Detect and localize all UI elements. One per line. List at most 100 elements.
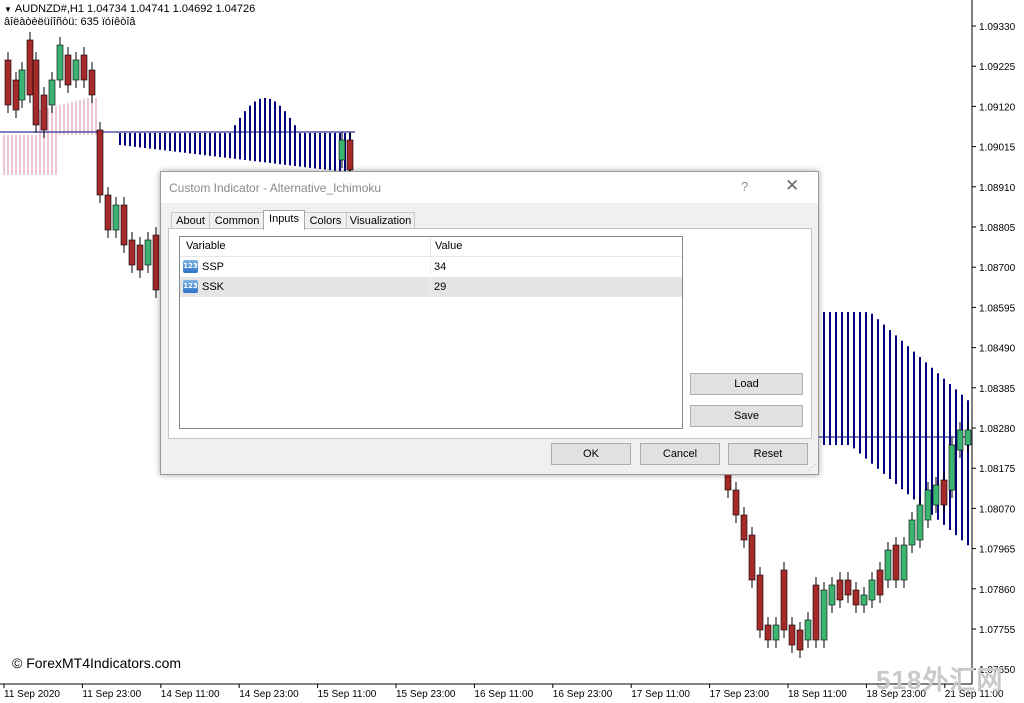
candle-body <box>144 239 152 266</box>
candle-body <box>932 484 940 506</box>
candle-body <box>948 444 956 491</box>
candle-body <box>956 429 964 451</box>
time-label: 11 Sep 23:00 <box>82 689 141 700</box>
candle-body <box>812 584 820 641</box>
tab-inputs[interactable]: Inputs <box>263 210 305 230</box>
input-row[interactable]: 123 SSP 34 <box>180 257 682 277</box>
price-label: 1.08175 <box>979 464 1016 475</box>
time-label: 14 Sep 23:00 <box>239 689 299 700</box>
candle-body <box>916 504 924 541</box>
dialog-title: Custom Indicator - Alternative_Ichimoku <box>169 181 382 195</box>
input-row[interactable]: 123 SSK 29 <box>180 277 682 297</box>
candle-body <box>4 59 12 106</box>
candle-body <box>80 54 88 81</box>
close-icon[interactable]: ✕ <box>785 176 799 196</box>
column-variable[interactable]: Variable <box>186 240 226 252</box>
watermark: © ForexMT4Indicators.com <box>12 655 182 671</box>
tab-colors[interactable]: Colors <box>304 212 347 229</box>
candle-body <box>940 479 948 506</box>
candle-body <box>128 239 136 266</box>
time-label: 15 Sep 11:00 <box>318 689 377 700</box>
time-label: 18 Sep 11:00 <box>788 689 847 700</box>
column-value[interactable]: Value <box>435 240 462 252</box>
candle-body <box>756 574 764 631</box>
tab-visualization[interactable]: Visualization <box>346 212 415 229</box>
symbol-line: AUDNZD#,H1 1.04734 1.04741 1.04692 1.047… <box>14 3 256 15</box>
price-label: 1.07860 <box>979 585 1016 596</box>
candle-body <box>152 234 160 291</box>
candle-body <box>860 594 868 606</box>
numeric-input-icon: 123 <box>183 260 198 273</box>
candle-body <box>820 589 828 641</box>
collapse-triangle-icon[interactable]: ▼ <box>4 4 12 16</box>
variable-name: SSK <box>202 281 225 293</box>
time-label: 16 Sep 11:00 <box>474 689 533 700</box>
inputs-grid: Variable Value 123 SSP 34 123 SSK 29 <box>179 236 683 429</box>
save-button[interactable]: Save <box>690 405 803 427</box>
candle-body <box>788 624 796 646</box>
candle-body <box>40 94 48 131</box>
candle-body <box>908 519 916 546</box>
price-label: 1.08700 <box>979 263 1016 274</box>
candle-body <box>104 194 112 231</box>
candle-body <box>828 584 836 606</box>
price-label: 1.08490 <box>979 344 1016 355</box>
tab-about[interactable]: About <box>171 212 210 229</box>
time-label: 17 Sep 11:00 <box>631 689 690 700</box>
candle-body <box>964 429 972 446</box>
candle-body <box>48 79 56 106</box>
candle-body <box>852 589 860 606</box>
candle-body <box>338 139 346 161</box>
cancel-button[interactable]: Cancel <box>640 443 720 465</box>
candle-body <box>884 549 892 581</box>
candle-body <box>764 624 772 641</box>
candle-body <box>772 624 780 641</box>
price-label: 1.08280 <box>979 424 1016 435</box>
grid-header: Variable Value <box>180 237 682 257</box>
candle-body <box>876 569 884 596</box>
variable-value[interactable]: 29 <box>434 281 446 293</box>
candle-body <box>18 69 26 101</box>
candle-body <box>346 139 354 171</box>
price-label: 1.09330 <box>979 22 1016 33</box>
candle-body <box>804 619 812 641</box>
candle-body <box>12 79 20 111</box>
candle-body <box>900 544 908 581</box>
candle-body <box>780 569 788 631</box>
ok-button[interactable]: OK <box>551 443 631 465</box>
reset-button[interactable]: Reset <box>728 443 808 465</box>
candle-body <box>26 39 34 96</box>
candle-body <box>96 129 104 196</box>
candle-body <box>844 579 852 596</box>
price-label: 1.07755 <box>979 625 1016 636</box>
candle-body <box>868 579 876 601</box>
custom-indicator-dialog: Custom Indicator - Alternative_Ichimoku … <box>160 171 819 475</box>
time-label: 16 Sep 23:00 <box>553 689 613 700</box>
resize-grip-icon[interactable]: ⋰ <box>808 463 816 472</box>
variable-value[interactable]: 34 <box>434 261 446 273</box>
time-label: 11 Sep 2020 <box>4 689 60 700</box>
dialog-titlebar[interactable]: Custom Indicator - Alternative_Ichimoku … <box>161 172 818 203</box>
candle-body <box>112 204 120 231</box>
candle-body <box>136 244 144 271</box>
candle-body <box>64 54 72 86</box>
candle-body <box>120 204 128 246</box>
candle-body <box>892 544 900 581</box>
time-label: 14 Sep 11:00 <box>161 689 220 700</box>
candle-body <box>56 44 64 81</box>
candle-body <box>924 489 932 521</box>
candle-body <box>740 514 748 541</box>
candle-body <box>748 534 756 581</box>
candle-body <box>732 489 740 516</box>
price-label: 1.08070 <box>979 504 1016 515</box>
candle-body <box>796 629 804 651</box>
inputs-panel: Variable Value 123 SSP 34 123 SSK 29 Loa… <box>168 228 812 439</box>
candle-body <box>32 59 40 126</box>
tab-common[interactable]: Common <box>209 212 265 229</box>
load-button[interactable]: Load <box>690 373 803 395</box>
price-label: 1.08910 <box>979 183 1016 194</box>
candle-body <box>88 69 96 96</box>
candle-body <box>836 579 844 601</box>
help-icon[interactable]: ? <box>741 179 748 194</box>
time-label: 17 Sep 23:00 <box>710 689 770 700</box>
